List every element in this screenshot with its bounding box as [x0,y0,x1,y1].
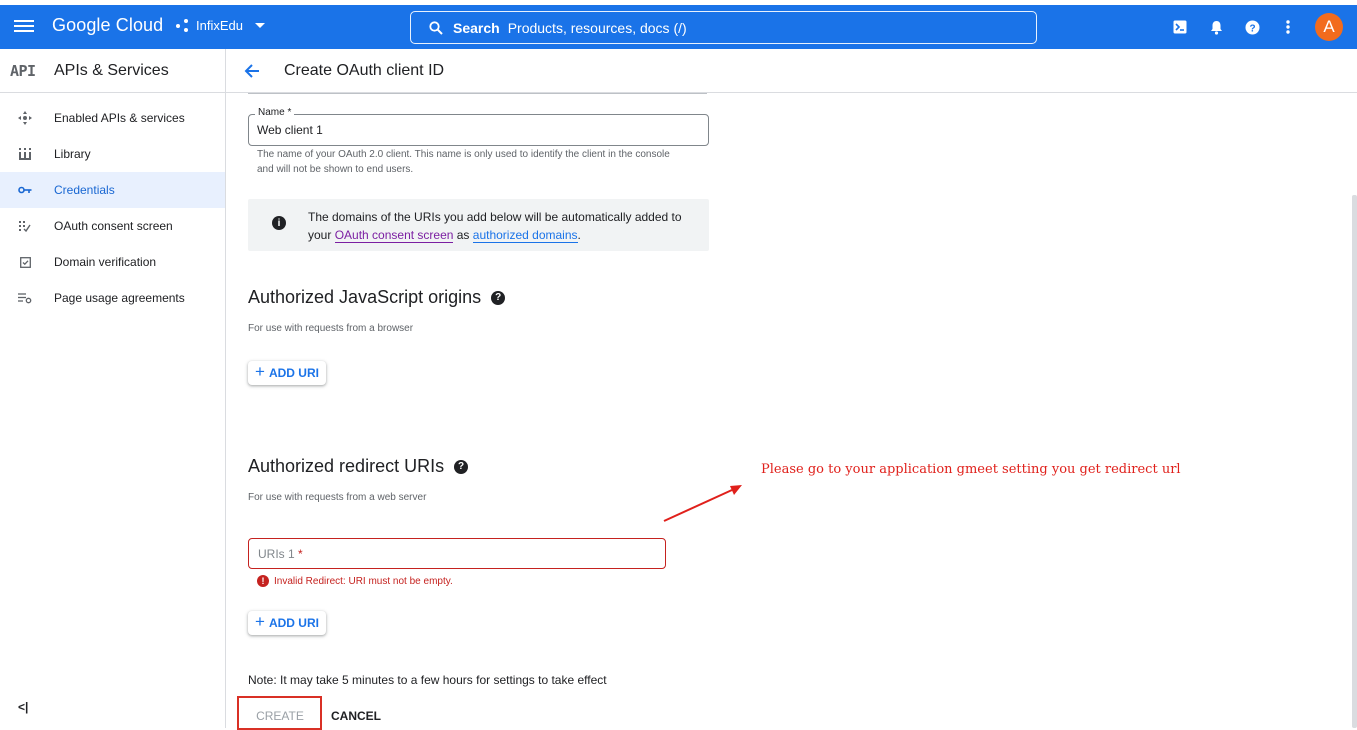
info-text: The domains of the URIs you add below wi… [308,208,688,244]
oauth-consent-screen-link[interactable]: OAuth consent screen [334,228,454,243]
authorized-domains-link[interactable]: authorized domains [472,228,578,243]
name-hint: The name of your OAuth 2.0 client. This … [257,149,670,175]
add-uri-label: ADD URI [268,366,319,380]
project-name: InfixEdu [196,18,243,33]
apis-icon [18,111,32,125]
more-vert-icon[interactable] [1279,18,1297,36]
name-field-value: Web client 1 [257,123,323,137]
bell-icon[interactable] [1207,18,1225,36]
previous-field-edge [248,93,707,94]
redirect-uris-subtitle: For use with requests from a web server [248,492,427,503]
redirect-uri-input[interactable]: URIs 1 * [248,538,666,569]
sidebar-item-label: OAuth consent screen [54,219,173,233]
page-scrollbar[interactable] [1352,195,1357,728]
page-title: Create OAuth client ID [284,62,445,79]
add-redirect-uri-button[interactable]: + ADD URI [248,611,326,635]
name-field-label: Name * [255,107,295,118]
sidebar-item-oauth-consent[interactable]: OAuth consent screen [0,208,225,244]
top-app-bar: Google Cloud InfixEdu Search Products, r… [0,5,1357,49]
google-cloud-logo[interactable]: Google Cloud [52,15,163,36]
js-origins-heading: Authorized JavaScript origins ? [248,287,506,308]
redirect-uris-heading: Authorized redirect URIs ? [248,456,469,477]
help-icon[interactable]: ? [454,459,469,474]
terminal-icon[interactable] [1171,18,1189,36]
info-icon: i [272,216,286,230]
settings-list-icon [18,291,32,305]
sidebar-item-label: Credentials [54,183,115,197]
collapse-sidebar-icon[interactable]: <| [18,700,28,714]
sidebar-divider [225,49,226,728]
back-arrow-icon[interactable] [242,61,262,81]
chevron-down-icon [254,23,265,28]
placeholder-text: URIs 1 [258,547,295,561]
menu-icon[interactable] [14,17,34,37]
js-origins-subtitle: For use with requests from a browser [248,323,414,334]
add-js-origin-button[interactable]: + ADD URI [248,361,326,385]
sub-header: API APIs & Services Create OAuth client … [0,49,1357,93]
search-label: Search [453,19,500,36]
required-mark: * [298,547,303,561]
info-text-part: as [453,228,473,242]
error-icon: ! [257,575,269,587]
name-field[interactable]: Name * Web client 1 [248,107,709,146]
search-placeholder: Products, resources, docs (/) [507,19,687,36]
annotation-text: Please go to your application gmeet sett… [761,462,1181,477]
plus-icon: + [255,612,265,631]
help-icon[interactable]: ? [1243,18,1261,36]
project-icon [176,18,190,33]
library-icon [18,147,32,161]
checkbox-icon [18,255,32,269]
settings-note: Note: It may take 5 minutes to a few hou… [248,673,607,687]
sidebar-item-credentials[interactable]: Credentials [0,172,225,208]
api-icon: API [10,62,36,80]
search-icon [429,20,443,35]
cancel-button[interactable]: CANCEL [326,709,386,723]
js-origins-title: Authorized JavaScript origins [248,287,482,307]
sidebar-item-page-usage[interactable]: Page usage agreements [0,280,225,316]
sidebar-item-label: Enabled APIs & services [54,111,185,125]
search-bar[interactable]: Search Products, resources, docs (/) [410,11,1037,44]
sidebar-item-domain-verification[interactable]: Domain verification [0,244,225,280]
sidebar-item-library[interactable]: Library [0,136,225,172]
sidebar-item-label: Page usage agreements [54,291,185,305]
avatar[interactable]: A [1315,13,1343,41]
create-button[interactable]: CREATE [248,709,312,723]
redirect-uri-placeholder: URIs 1 * [258,547,303,561]
plus-icon: + [255,362,265,381]
sidebar-item-label: Library [54,147,91,161]
service-title: APIs & Services [54,62,169,79]
error-text: Invalid Redirect: URI must not be empty. [274,575,453,587]
annotation-arrow [663,485,742,522]
redirect-uris-title: Authorized redirect URIs [248,456,445,476]
consent-icon [18,219,32,233]
svg-text:?: ? [1249,23,1255,34]
redirect-uri-error: ! Invalid Redirect: URI must not be empt… [257,575,453,587]
sidebar-item-label: Domain verification [54,255,157,269]
info-text-part: . [577,228,581,242]
add-uri-label: ADD URI [268,616,319,630]
key-icon [18,183,32,197]
sidebar-item-enabled-apis[interactable]: Enabled APIs & services [0,100,225,136]
domains-info-box: i The domains of the URIs you add below … [248,199,709,251]
project-selector[interactable]: InfixEdu [176,18,265,33]
help-icon[interactable]: ? [491,290,506,305]
